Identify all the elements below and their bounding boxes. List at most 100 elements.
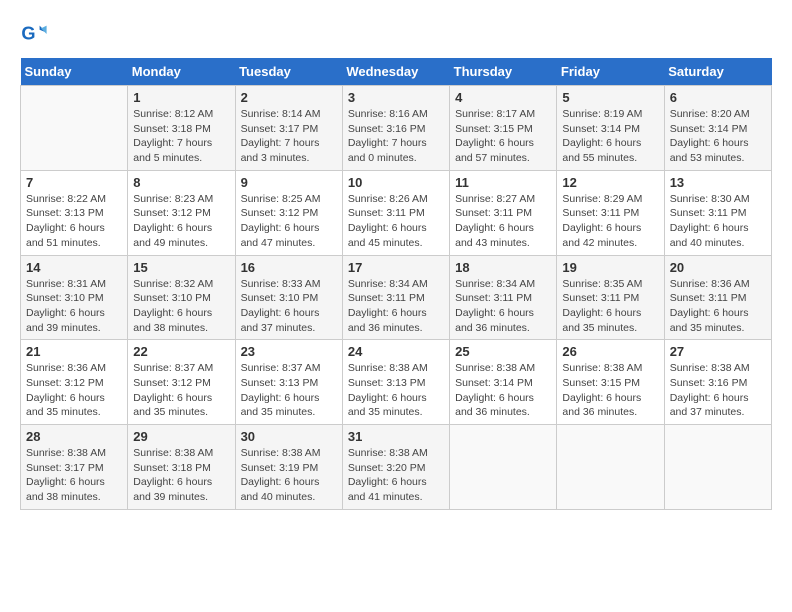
day-cell: 31 Sunrise: 8:38 AM Sunset: 3:20 PM Dayli… [342, 425, 449, 510]
day-cell: 17 Sunrise: 8:34 AM Sunset: 3:11 PM Dayli… [342, 255, 449, 340]
day-info: Sunrise: 8:17 AM Sunset: 3:15 PM Dayligh… [455, 107, 551, 166]
day-cell: 26 Sunrise: 8:38 AM Sunset: 3:15 PM Dayli… [557, 340, 664, 425]
day-number: 30 [241, 429, 337, 444]
day-number: 20 [670, 260, 766, 275]
day-info: Sunrise: 8:27 AM Sunset: 3:11 PM Dayligh… [455, 192, 551, 251]
day-info: Sunrise: 8:38 AM Sunset: 3:14 PM Dayligh… [455, 361, 551, 420]
day-info: Sunrise: 8:38 AM Sunset: 3:17 PM Dayligh… [26, 446, 122, 505]
day-cell: 18 Sunrise: 8:34 AM Sunset: 3:11 PM Dayli… [450, 255, 557, 340]
day-number: 5 [562, 90, 658, 105]
day-cell: 24 Sunrise: 8:38 AM Sunset: 3:13 PM Dayli… [342, 340, 449, 425]
day-number: 16 [241, 260, 337, 275]
day-cell: 23Sunrise: 8:37 AM Sunset: 3:13 PM Dayli… [235, 340, 342, 425]
day-cell: 6Sunrise: 8:20 AM Sunset: 3:14 PM Daylig… [664, 86, 771, 171]
day-number: 21 [26, 344, 122, 359]
day-cell: 12Sunrise: 8:29 AM Sunset: 3:11 PM Dayli… [557, 170, 664, 255]
day-cell: 7 Sunrise: 8:22 AM Sunset: 3:13 PM Daylig… [21, 170, 128, 255]
day-cell: 15 Sunrise: 8:32 AM Sunset: 3:10 PM Dayli… [128, 255, 235, 340]
day-number: 17 [348, 260, 444, 275]
day-info: Sunrise: 8:26 AM Sunset: 3:11 PM Dayligh… [348, 192, 444, 251]
header-wednesday: Wednesday [342, 58, 449, 86]
day-cell: 25 Sunrise: 8:38 AM Sunset: 3:14 PM Dayli… [450, 340, 557, 425]
week-row-5: 28Sunrise: 8:38 AM Sunset: 3:17 PM Dayli… [21, 425, 772, 510]
day-cell: 19 Sunrise: 8:35 AM Sunset: 3:11 PM Dayli… [557, 255, 664, 340]
day-cell: 8Sunrise: 8:23 AM Sunset: 3:12 PM Daylig… [128, 170, 235, 255]
day-number: 22 [133, 344, 229, 359]
day-cell: 28Sunrise: 8:38 AM Sunset: 3:17 PM Dayli… [21, 425, 128, 510]
day-info: Sunrise: 8:38 AM Sunset: 3:19 PM Dayligh… [241, 446, 337, 505]
header-monday: Monday [128, 58, 235, 86]
day-cell [557, 425, 664, 510]
day-number: 24 [348, 344, 444, 359]
page-header: G [20, 20, 772, 48]
day-info: Sunrise: 8:34 AM Sunset: 3:11 PM Dayligh… [455, 277, 551, 336]
day-number: 7 [26, 175, 122, 190]
day-cell: 4Sunrise: 8:17 AM Sunset: 3:15 PM Daylig… [450, 86, 557, 171]
day-cell [664, 425, 771, 510]
day-info: Sunrise: 8:38 AM Sunset: 3:15 PM Dayligh… [562, 361, 658, 420]
day-info: Sunrise: 8:33 AM Sunset: 3:10 PM Dayligh… [241, 277, 337, 336]
day-cell: 5 Sunrise: 8:19 AM Sunset: 3:14 PM Daylig… [557, 86, 664, 171]
day-cell: 13 Sunrise: 8:30 AM Sunset: 3:11 PM Dayli… [664, 170, 771, 255]
day-info: Sunrise: 8:38 AM Sunset: 3:13 PM Dayligh… [348, 361, 444, 420]
day-cell: 21 Sunrise: 8:36 AM Sunset: 3:12 PM Dayli… [21, 340, 128, 425]
week-row-1: 1 Sunrise: 8:12 AM Sunset: 3:18 PM Daylig… [21, 86, 772, 171]
svg-text:G: G [21, 24, 35, 44]
day-info: Sunrise: 8:31 AM Sunset: 3:10 PM Dayligh… [26, 277, 122, 336]
calendar-table: SundayMondayTuesdayWednesdayThursdayFrid… [20, 58, 772, 510]
logo: G [20, 20, 52, 48]
day-info: Sunrise: 8:36 AM Sunset: 3:12 PM Dayligh… [26, 361, 122, 420]
day-info: Sunrise: 8:19 AM Sunset: 3:14 PM Dayligh… [562, 107, 658, 166]
day-number: 3 [348, 90, 444, 105]
day-cell: 9Sunrise: 8:25 AM Sunset: 3:12 PM Daylig… [235, 170, 342, 255]
day-info: Sunrise: 8:32 AM Sunset: 3:10 PM Dayligh… [133, 277, 229, 336]
day-cell: 27 Sunrise: 8:38 AM Sunset: 3:16 PM Dayli… [664, 340, 771, 425]
day-info: Sunrise: 8:16 AM Sunset: 3:16 PM Dayligh… [348, 107, 444, 166]
day-info: Sunrise: 8:35 AM Sunset: 3:11 PM Dayligh… [562, 277, 658, 336]
day-info: Sunrise: 8:22 AM Sunset: 3:13 PM Dayligh… [26, 192, 122, 251]
day-info: Sunrise: 8:37 AM Sunset: 3:13 PM Dayligh… [241, 361, 337, 420]
week-row-4: 21 Sunrise: 8:36 AM Sunset: 3:12 PM Dayli… [21, 340, 772, 425]
day-number: 14 [26, 260, 122, 275]
day-number: 25 [455, 344, 551, 359]
day-number: 29 [133, 429, 229, 444]
day-number: 8 [133, 175, 229, 190]
day-number: 1 [133, 90, 229, 105]
calendar-header-row: SundayMondayTuesdayWednesdayThursdayFrid… [21, 58, 772, 86]
day-cell: 11 Sunrise: 8:27 AM Sunset: 3:11 PM Dayli… [450, 170, 557, 255]
day-cell: 29 Sunrise: 8:38 AM Sunset: 3:18 PM Dayli… [128, 425, 235, 510]
day-number: 18 [455, 260, 551, 275]
day-cell: 1 Sunrise: 8:12 AM Sunset: 3:18 PM Daylig… [128, 86, 235, 171]
header-saturday: Saturday [664, 58, 771, 86]
day-info: Sunrise: 8:34 AM Sunset: 3:11 PM Dayligh… [348, 277, 444, 336]
day-cell: 3 Sunrise: 8:16 AM Sunset: 3:16 PM Daylig… [342, 86, 449, 171]
day-info: Sunrise: 8:30 AM Sunset: 3:11 PM Dayligh… [670, 192, 766, 251]
day-number: 31 [348, 429, 444, 444]
day-info: Sunrise: 8:37 AM Sunset: 3:12 PM Dayligh… [133, 361, 229, 420]
week-row-2: 7 Sunrise: 8:22 AM Sunset: 3:13 PM Daylig… [21, 170, 772, 255]
day-info: Sunrise: 8:38 AM Sunset: 3:18 PM Dayligh… [133, 446, 229, 505]
week-row-3: 14 Sunrise: 8:31 AM Sunset: 3:10 PM Dayli… [21, 255, 772, 340]
day-number: 15 [133, 260, 229, 275]
day-number: 19 [562, 260, 658, 275]
day-number: 27 [670, 344, 766, 359]
day-cell: 2Sunrise: 8:14 AM Sunset: 3:17 PM Daylig… [235, 86, 342, 171]
day-number: 11 [455, 175, 551, 190]
day-cell [450, 425, 557, 510]
day-info: Sunrise: 8:25 AM Sunset: 3:12 PM Dayligh… [241, 192, 337, 251]
day-info: Sunrise: 8:14 AM Sunset: 3:17 PM Dayligh… [241, 107, 337, 166]
day-cell [21, 86, 128, 171]
day-cell: 20Sunrise: 8:36 AM Sunset: 3:11 PM Dayli… [664, 255, 771, 340]
header-tuesday: Tuesday [235, 58, 342, 86]
day-cell: 10Sunrise: 8:26 AM Sunset: 3:11 PM Dayli… [342, 170, 449, 255]
day-info: Sunrise: 8:20 AM Sunset: 3:14 PM Dayligh… [670, 107, 766, 166]
header-friday: Friday [557, 58, 664, 86]
day-info: Sunrise: 8:38 AM Sunset: 3:16 PM Dayligh… [670, 361, 766, 420]
day-cell: 22 Sunrise: 8:37 AM Sunset: 3:12 PM Dayli… [128, 340, 235, 425]
day-number: 13 [670, 175, 766, 190]
day-info: Sunrise: 8:29 AM Sunset: 3:11 PM Dayligh… [562, 192, 658, 251]
day-info: Sunrise: 8:38 AM Sunset: 3:20 PM Dayligh… [348, 446, 444, 505]
day-info: Sunrise: 8:12 AM Sunset: 3:18 PM Dayligh… [133, 107, 229, 166]
day-number: 26 [562, 344, 658, 359]
day-cell: 16 Sunrise: 8:33 AM Sunset: 3:10 PM Dayli… [235, 255, 342, 340]
